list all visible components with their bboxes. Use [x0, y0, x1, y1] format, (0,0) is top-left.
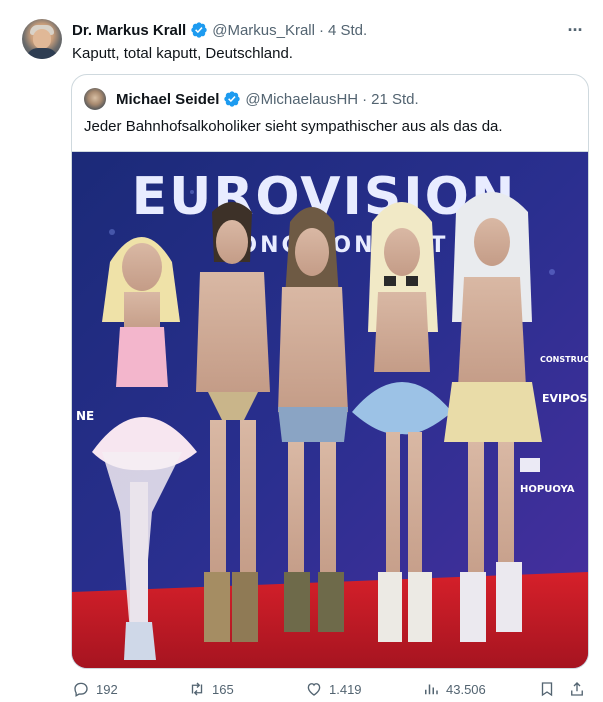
separator-dot: · [362, 90, 368, 108]
views-icon [425, 684, 438, 695]
repost-icon [191, 682, 203, 696]
share-button[interactable] [568, 678, 586, 700]
separator-dot: · [318, 21, 324, 39]
verified-badge-icon [191, 22, 207, 38]
tweet[interactable]: Dr. Markus Krall @Markus_Krall · 4 Std. … [0, 0, 603, 702]
author-handle[interactable]: @Markus_Krall [212, 22, 315, 39]
tweet-header: Dr. Markus Krall @Markus_Krall · 4 Std. [72, 20, 367, 40]
more-icon[interactable]: ··· [563, 20, 587, 40]
tweet-time[interactable]: 4 Std. [328, 22, 367, 39]
quoted-author-name[interactable]: Michael Seidel [116, 91, 219, 108]
bookmark-button[interactable] [538, 678, 556, 700]
author-name[interactable]: Dr. Markus Krall [72, 22, 186, 39]
side-text-3: EVIPOSNA [542, 392, 588, 405]
quoted-author-avatar[interactable] [84, 88, 106, 110]
action-bar: 192 165 1.419 43.506 [72, 678, 590, 700]
quoted-time[interactable]: 21 Std. [371, 91, 419, 108]
repost-count: 165 [212, 681, 234, 697]
like-count: 1.419 [329, 681, 362, 697]
author-avatar[interactable] [22, 19, 62, 59]
quoted-photo[interactable]: EUROVISION SONG CONTEST NE CONSTRUCTION … [72, 151, 588, 668]
reply-icon [74, 682, 88, 697]
verified-badge-icon [224, 91, 241, 107]
like-button[interactable]: 1.419 [305, 678, 362, 700]
side-text-4: HOPUOYA [520, 484, 575, 495]
quoted-author-handle[interactable]: @MichaelausHH [245, 91, 358, 108]
reply-count: 192 [96, 681, 118, 697]
share-icon [571, 682, 583, 696]
reply-button[interactable]: 192 [72, 678, 118, 700]
like-icon [307, 683, 321, 696]
views-count: 43.506 [446, 681, 486, 697]
side-text-1: NE [76, 409, 94, 423]
views-button[interactable]: 43.506 [422, 678, 486, 700]
bookmark-icon [541, 682, 553, 697]
quoted-header: Michael Seidel @MichaelausHH · 21 Std. [84, 88, 419, 110]
side-text-2: CONSTRUCTION [540, 355, 588, 364]
tweet-text: Kaputt, total kaputt, Deutschland. [72, 45, 293, 62]
quoted-text: Jeder Bahnhofsalkoholiker sieht sympathi… [84, 118, 503, 135]
repost-button[interactable]: 165 [188, 678, 234, 700]
quoted-tweet[interactable]: Michael Seidel @MichaelausHH · 21 Std. J… [71, 74, 589, 669]
eurovision-photo: EUROVISION SONG CONTEST NE CONSTRUCTION … [72, 152, 588, 668]
